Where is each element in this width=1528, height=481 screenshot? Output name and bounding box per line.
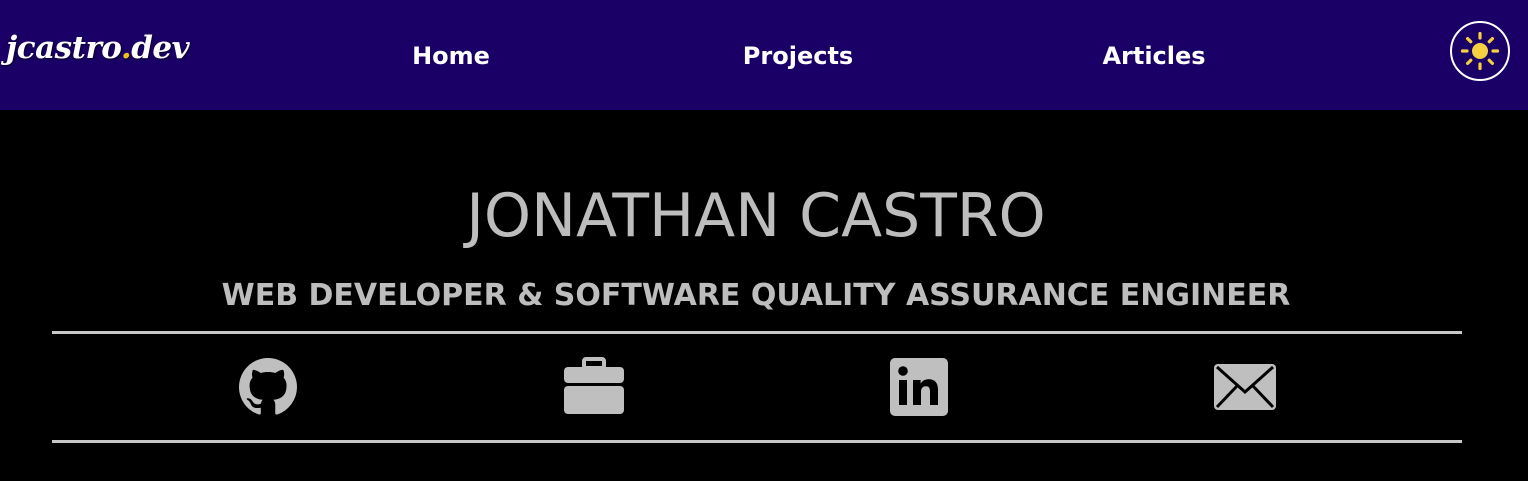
nav-articles-link[interactable]: Articles xyxy=(1102,36,1205,76)
logo-tld: dev xyxy=(131,30,190,66)
nav-home-link[interactable]: Home xyxy=(412,36,490,76)
top-navbar: jcastro.dev Home Projects Articles xyxy=(0,0,1528,110)
hero-name: JONATHAN CASTRO xyxy=(466,181,1046,251)
briefcase-icon xyxy=(564,357,624,414)
theme-toggle-button[interactable] xyxy=(1450,21,1510,81)
linkedin-link[interactable] xyxy=(884,352,954,422)
site-logo[interactable]: jcastro.dev xyxy=(6,28,190,68)
portfolio-link[interactable] xyxy=(559,352,629,422)
logo-text: jcastro xyxy=(6,30,121,66)
logo-dot: . xyxy=(120,30,132,66)
divider-bottom xyxy=(52,440,1462,443)
hero-subtitle: WEB DEVELOPER & SOFTWARE QUALITY ASSURAN… xyxy=(221,278,1291,313)
divider-top xyxy=(52,331,1462,334)
linkedin-icon xyxy=(890,358,948,416)
envelope-icon xyxy=(1214,364,1276,410)
sun-icon xyxy=(1460,31,1500,71)
nav-projects-link[interactable]: Projects xyxy=(743,36,853,76)
email-link[interactable] xyxy=(1210,352,1280,422)
github-icon xyxy=(239,358,297,415)
github-link[interactable] xyxy=(233,352,303,422)
